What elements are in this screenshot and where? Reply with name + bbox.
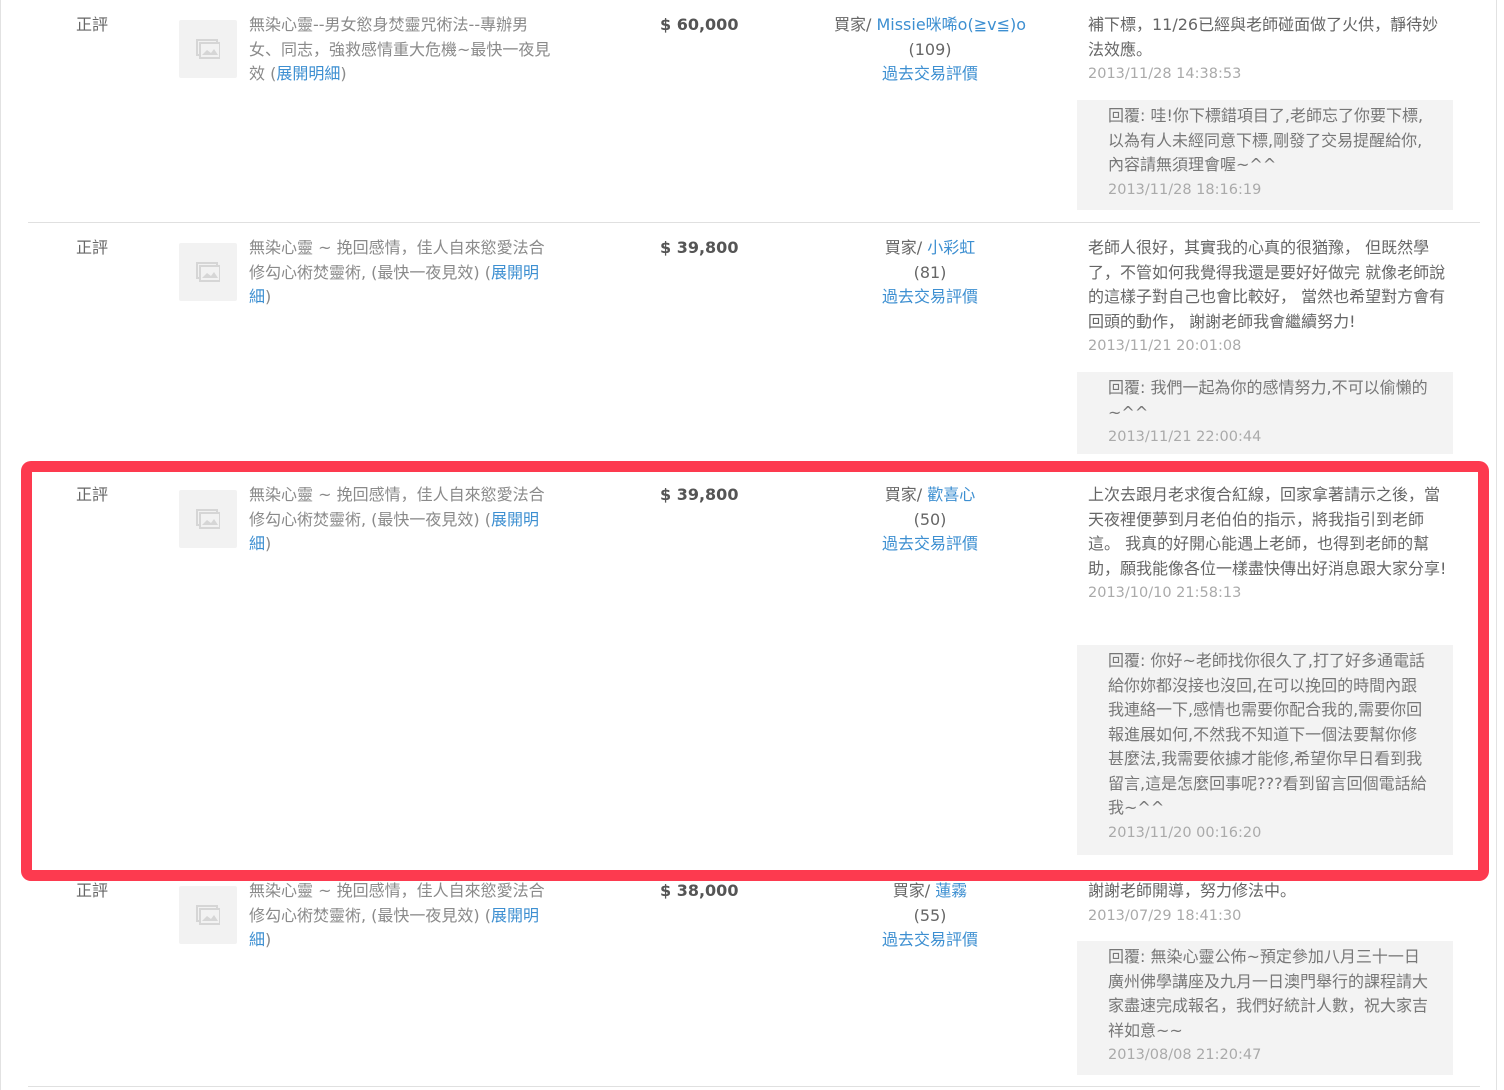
buyer-info: 買家/ 蓮霧 (55) 過去交易評價 [790,879,1070,953]
buyer-comment: 謝謝老師開導，努力修法中。 2013/07/29 18:41:30 [1088,879,1450,928]
item-title: 無染心靈 ~ 挽回感情，佳人自來慾愛法合修勾心術焚靈術, (最快一夜見效) (展… [249,879,554,953]
item-title-close: ) [265,287,272,306]
buyer-score: (55) [913,905,947,925]
seller-reply: 回覆: 你好~老師找你很久了,打了好多通電話給你妳都沒接也沒回,在可以挽回的時間… [1077,645,1453,855]
item-thumbnail[interactable] [179,243,237,301]
image-placeholder-icon [196,262,220,282]
item-thumbnail[interactable] [179,490,237,548]
buyer-comment: 補下標，11/26已經與老師碰面做了火供，靜待妙法效應。 2013/11/28 … [1088,13,1450,87]
history-ratings-link[interactable]: 過去交易評價 [790,532,1070,557]
comment-text: 老師人很好，其實我的心真的很猶豫， 但既然學了，不管如何我覺得我還是要好好做完 … [1088,238,1446,331]
seller-reply: 回覆: 無染心靈公佈~預定參加八月三十一日廣州佛學講座及九月一日澳門舉行的課程請… [1077,941,1453,1075]
frame-border-left [0,0,1,1090]
item-title-close: ) [265,930,272,949]
rating-label: 正評 [76,238,109,257]
buyer-name-link[interactable]: Missie咪唏o(≧v≦)o [876,15,1026,34]
buyer-info: 買家/ Missie咪唏o(≧v≦)o (109) 過去交易評價 [790,13,1070,87]
comment-date: 2013/11/21 20:01:08 [1088,338,1242,354]
rating-label: 正評 [76,881,109,900]
comment-date: 2013/10/10 21:58:13 [1088,585,1242,601]
buyer-info: 買家/ 小彩虹 (81) 過去交易評價 [790,236,1070,310]
item-title: 無染心靈--男女慾身焚靈咒術法--專辦男女、同志，強救感情重大危機~最快一夜見效… [249,13,554,87]
reply-date: 2013/11/20 00:16:20 [1108,824,1262,841]
reply-date: 2013/08/08 21:20:47 [1108,1047,1262,1063]
buyer-name-link[interactable]: 歡喜心 [927,485,975,504]
history-ratings-link[interactable]: 過去交易評價 [790,62,1070,87]
image-placeholder-icon [196,905,220,925]
history-ratings-link[interactable]: 過去交易評價 [790,928,1070,953]
row-divider [28,222,1480,223]
image-placeholder-icon [196,509,220,529]
buyer-comment: 上次去跟月老求復合紅線，回家拿著請示之後，當天夜裡便夢到月老伯伯的指示，將我指引… [1088,483,1450,606]
reply-text: 回覆: 哇!你下標錯項目了,老師忘了你要下標,以為有人未經同意下標,剛發了交易提… [1108,106,1424,174]
row-divider [28,1086,1480,1087]
buyer-info: 買家/ 歡喜心 (50) 過去交易評價 [790,483,1070,557]
buyer-comment: 老師人很好，其實我的心真的很猶豫， 但既然學了，不管如何我覺得我還是要好好做完 … [1088,236,1450,359]
buyer-score: (109) [908,39,952,59]
item-title: 無染心靈 ~ 挽回感情，佳人自來慾愛法合修勾心術焚靈術, (最快一夜見效) (展… [249,236,554,310]
history-ratings-link[interactable]: 過去交易評價 [790,285,1070,310]
rating-label: 正評 [76,485,109,504]
buyer-score: (50) [913,509,947,529]
comment-text: 上次去跟月老求復合紅線，回家拿著請示之後，當天夜裡便夢到月老伯伯的指示，將我指引… [1088,485,1447,578]
reply-text: 回覆: 無染心靈公佈~預定參加八月三十一日廣州佛學講座及九月一日澳門舉行的課程請… [1108,947,1429,1040]
comment-text: 補下標，11/26已經與老師碰面做了火供，靜待妙法效應。 [1088,15,1439,59]
expand-details-link[interactable]: 展開明細 [276,64,340,83]
buyer-prefix: 買家/ [833,15,877,34]
price: $ 39,800 [660,485,739,504]
item-title: 無染心靈 ~ 挽回感情，佳人自來慾愛法合修勾心術焚靈術, (最快一夜見效) (展… [249,483,554,557]
buyer-name-link[interactable]: 蓮霧 [935,881,967,900]
buyer-prefix: 買家/ [884,238,928,257]
seller-reply: 回覆: 我們一起為你的感情努力,不可以偷懶的~^^ 2013/11/21 22:… [1077,372,1453,454]
buyer-score: (81) [913,262,947,282]
price: $ 39,800 [660,238,739,257]
reply-date: 2013/11/21 22:00:44 [1108,429,1262,445]
image-placeholder-icon [196,39,220,59]
rating-label: 正評 [76,15,109,34]
comment-date: 2013/07/29 18:41:30 [1088,907,1242,924]
comment-date: 2013/11/28 14:38:53 [1088,66,1242,82]
frame-border-right [1496,0,1497,1090]
item-title-close: ) [340,64,347,83]
reply-text: 回覆: 你好~老師找你很久了,打了好多通電話給你妳都沒接也沒回,在可以挽回的時間… [1108,651,1427,817]
item-thumbnail[interactable] [179,20,237,78]
item-thumbnail[interactable] [179,886,237,944]
price: $ 60,000 [660,15,739,34]
reply-text: 回覆: 我們一起為你的感情努力,不可以偷懶的~^^ [1108,378,1428,422]
buyer-name-link[interactable]: 小彩虹 [927,238,975,257]
price: $ 38,000 [660,881,739,900]
feedback-page: 正評 無染心靈--男女慾身焚靈咒術法--專辦男女、同志，強救感情重大危機~最快一… [0,0,1504,1090]
item-title-close: ) [265,534,272,553]
reply-date: 2013/11/28 18:16:19 [1108,181,1262,198]
buyer-prefix: 買家/ [892,881,936,900]
seller-reply: 回覆: 哇!你下標錯項目了,老師忘了你要下標,以為有人未經同意下標,剛發了交易提… [1077,100,1453,210]
buyer-prefix: 買家/ [884,485,928,504]
comment-text: 謝謝老師開導，努力修法中。 [1088,881,1297,900]
